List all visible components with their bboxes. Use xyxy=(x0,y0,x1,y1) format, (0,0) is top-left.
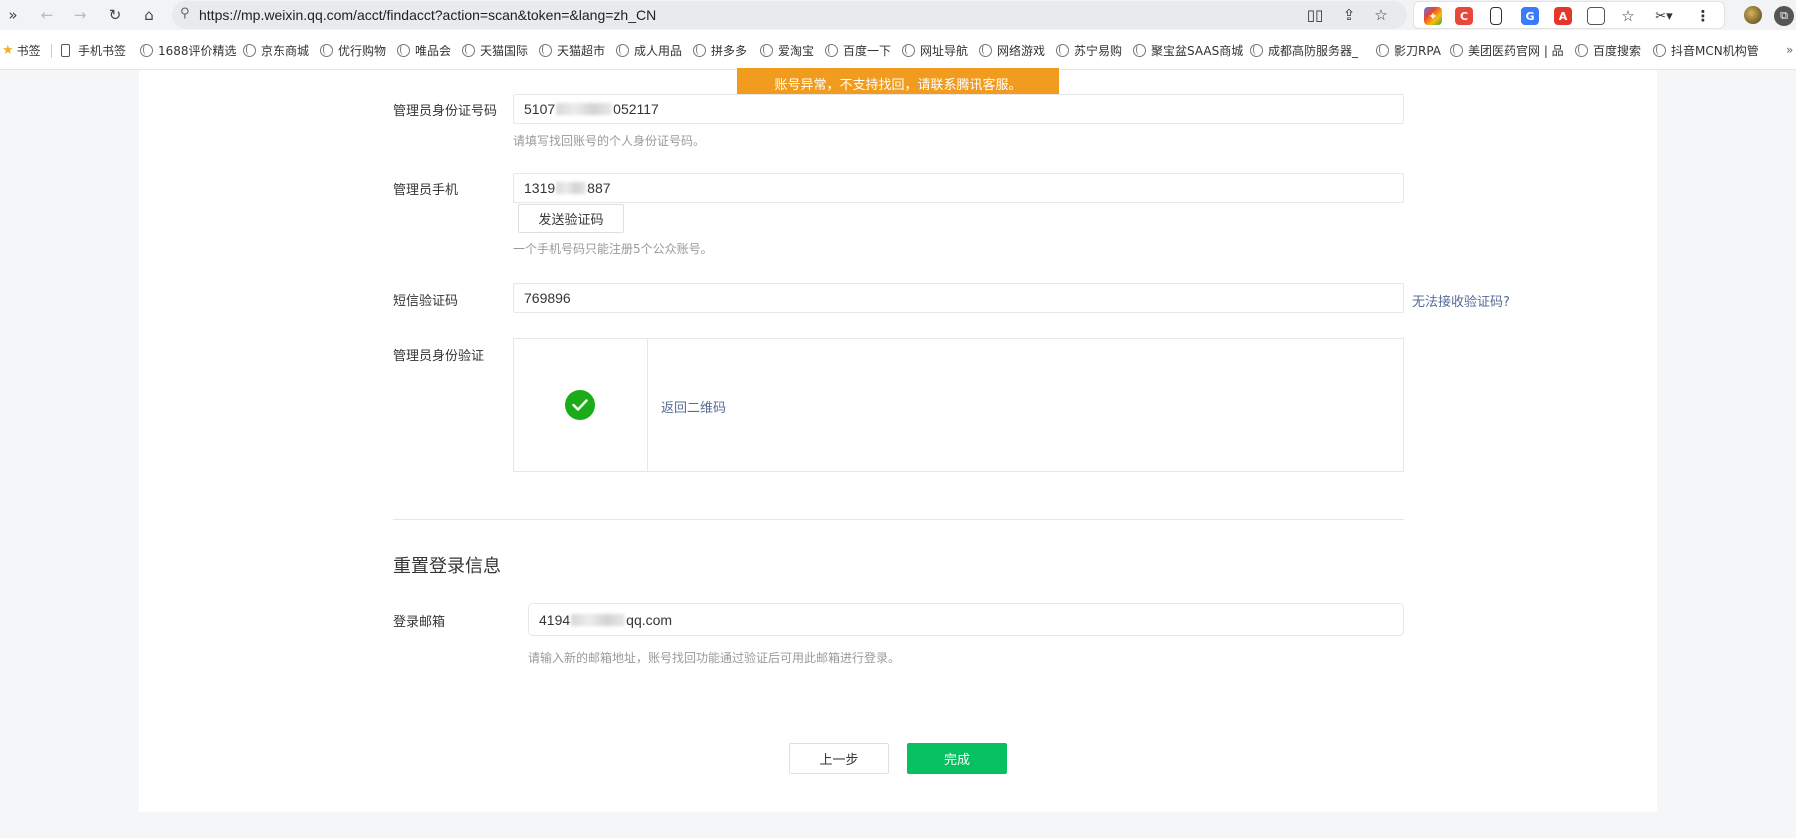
window-icon[interactable]: ⧉ xyxy=(1774,6,1794,26)
phone-hint: 一个手机号码只能注册5个公众账号。 xyxy=(513,242,713,256)
menu-icon[interactable]: ⋮ xyxy=(1694,7,1712,25)
mobile-icon xyxy=(61,43,70,57)
overflow-icon[interactable]: » xyxy=(1786,42,1793,58)
csdn-extension-icon[interactable]: C xyxy=(1455,7,1473,25)
ai-extension-icon[interactable]: ✦ xyxy=(1424,7,1442,25)
bookmark-item[interactable]: 手机书签 xyxy=(61,42,126,58)
bookmark-item[interactable]: 网络游戏 xyxy=(979,42,1045,58)
tab-extension-icon[interactable] xyxy=(1587,7,1605,25)
sms-code-input[interactable]: 769896 xyxy=(513,283,1404,313)
login-email-label: 登录邮箱 xyxy=(393,615,446,630)
pdf-extension-icon[interactable]: A xyxy=(1554,7,1572,25)
reader-icon[interactable]: ▯▯ xyxy=(1304,5,1326,25)
bookmark-item[interactable]: 苏宁易购 xyxy=(1056,42,1122,58)
browser-toolbar: » ← → ↻ ⌂ ⚲ https://mp.weixin.qq.com/acc… xyxy=(0,0,1796,30)
done-button[interactable]: 完成 xyxy=(907,743,1007,774)
identity-verify-label: 管理员身份验证 xyxy=(393,349,485,364)
bookmark-item[interactable]: 天猫国际 xyxy=(462,42,528,58)
bookmark-item[interactable]: 京东商城 xyxy=(243,42,309,58)
send-code-button[interactable]: 发送验证码 xyxy=(518,204,624,233)
bookmark-item[interactable]: 爱淘宝 xyxy=(760,42,814,58)
bookmark-item[interactable]: 网址导航 xyxy=(902,42,968,58)
bookmark-item[interactable]: 1688评价精选 xyxy=(140,42,237,58)
bookmark-item[interactable]: 优行购物 xyxy=(320,42,386,58)
check-icon xyxy=(565,390,595,420)
bookmark-item[interactable]: 百度搜索 xyxy=(1575,42,1641,58)
masked-text xyxy=(571,613,626,626)
globe-icon xyxy=(616,43,629,57)
globe-icon xyxy=(760,43,773,57)
bookmark-item[interactable]: 影刀RPA xyxy=(1376,42,1441,58)
globe-icon xyxy=(320,43,333,57)
login-email-input[interactable]: 4194 qq.com xyxy=(528,603,1404,636)
bookmark-item[interactable]: 美团医药官网 | 品 xyxy=(1450,42,1564,58)
bookmark-item[interactable]: 拼多多 xyxy=(693,42,747,58)
globe-icon xyxy=(979,43,992,57)
scissors-icon[interactable]: ✂▾ xyxy=(1651,7,1677,25)
id-number-hint: 请填写找回账号的个人身份证号码。 xyxy=(513,134,706,148)
verify-status xyxy=(514,339,648,471)
section-divider xyxy=(393,519,1404,520)
phone-input[interactable]: 1319 887 xyxy=(513,173,1404,203)
globe-icon xyxy=(140,43,153,57)
identity-verify-box: 返回二维码 xyxy=(513,338,1404,472)
bookmark-item[interactable]: ★ 书签 xyxy=(2,42,41,58)
bookmark-item[interactable]: 抖音MCN机构管 xyxy=(1653,42,1759,58)
star-icon[interactable]: ☆ xyxy=(1370,5,1392,25)
avatar[interactable] xyxy=(1744,6,1762,24)
globe-icon xyxy=(397,43,410,57)
globe-icon xyxy=(1056,43,1069,57)
divider xyxy=(51,44,52,58)
globe-icon xyxy=(693,43,706,57)
globe-icon xyxy=(462,43,475,57)
id-number-input[interactable]: 5107 052117 xyxy=(513,94,1404,124)
globe-icon xyxy=(243,43,256,57)
bookmark-item[interactable]: 唯品会 xyxy=(397,42,451,58)
share-icon[interactable]: ⇪ xyxy=(1338,5,1360,25)
bookmarks-bar: ★ 书签 手机书签 1688评价精选 京东商城 优行购物 唯品会 天猫国际 天猫超… xyxy=(0,30,1796,70)
url-text: https://mp.weixin.qq.com/acct/findacct?a… xyxy=(199,7,657,23)
prev-step-button[interactable]: 上一步 xyxy=(789,743,889,774)
translate-extension-icon[interactable]: G xyxy=(1521,7,1539,25)
phone-label: 管理员手机 xyxy=(393,183,459,198)
back-to-qr-link[interactable]: 返回二维码 xyxy=(661,397,726,416)
back-icon[interactable]: ← xyxy=(36,4,58,26)
home-icon[interactable]: ⌂ xyxy=(138,4,160,26)
bookmark-item[interactable]: 成人用品 xyxy=(616,42,682,58)
globe-icon xyxy=(1450,43,1463,57)
globe-icon xyxy=(1133,43,1146,57)
login-email-hint: 请输入新的邮箱地址，账号找回功能通过验证后可用此邮箱进行登录。 xyxy=(528,651,901,665)
bookmark-item[interactable]: 百度一下 xyxy=(825,42,891,58)
mobile-extension-icon[interactable] xyxy=(1490,7,1502,25)
globe-icon xyxy=(1376,43,1389,57)
chevron-double-icon[interactable]: » xyxy=(2,4,24,26)
bookmark-item[interactable]: 聚宝盆SAAS商城 xyxy=(1133,42,1243,58)
address-bar[interactable]: ⚲ https://mp.weixin.qq.com/acct/findacct… xyxy=(172,1,1407,29)
search-icon: ⚲ xyxy=(180,6,190,21)
globe-icon xyxy=(902,43,915,57)
globe-icon xyxy=(1575,43,1588,57)
bookmark-item[interactable]: 成都高防服务器_ xyxy=(1250,42,1358,58)
bookmark-item[interactable]: 天猫超市 xyxy=(539,42,605,58)
star-icon: ★ xyxy=(2,42,14,58)
globe-icon xyxy=(539,43,552,57)
globe-icon xyxy=(1250,43,1263,57)
masked-text xyxy=(556,103,613,115)
masked-text xyxy=(556,182,587,194)
bookmark-star-icon[interactable]: ☆ xyxy=(1619,7,1637,25)
reset-section-title: 重置登录信息 xyxy=(393,556,501,577)
sms-code-label: 短信验证码 xyxy=(393,294,459,309)
id-number-label: 管理员身份证号码 xyxy=(393,104,498,119)
globe-icon xyxy=(1653,43,1666,57)
reload-icon[interactable]: ↻ xyxy=(104,4,126,26)
extensions-bar: ✦ C G A ☆ ✂▾ ⋮ xyxy=(1413,1,1725,29)
no-code-link[interactable]: 无法接收验证码? xyxy=(1412,291,1510,310)
globe-icon xyxy=(825,43,838,57)
forward-icon[interactable]: → xyxy=(69,4,91,26)
